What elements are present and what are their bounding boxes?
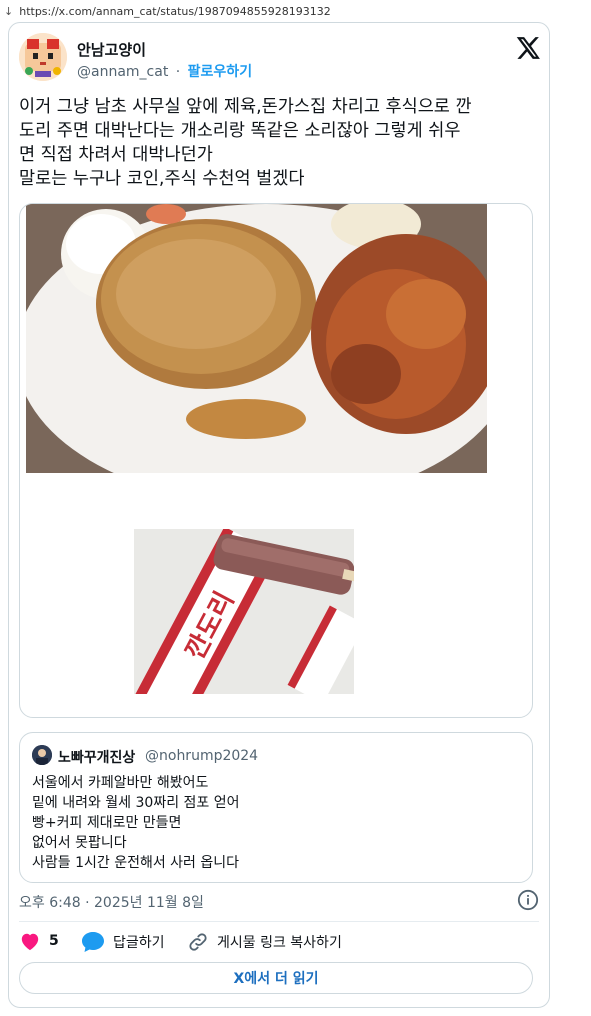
browser-url-bar[interactable]: ↓ https://x.com/annam_cat/status/1987094… [0, 0, 591, 22]
divider [19, 921, 539, 922]
follow-button[interactable]: 팔로우하기 [188, 64, 252, 80]
tweet-text: 이거 그냥 남초 사무실 앞에 제육,돈가스집 차리고 후식으로 깐 도리 주면… [19, 95, 539, 191]
quote-author-avatar[interactable] [32, 745, 52, 765]
author-name[interactable]: 안남고양이 [77, 39, 146, 60]
action-bar: 5 답글하기 게시물 링크 복사하기 [19, 929, 539, 957]
quote-author-handle[interactable]: @nohrump2024 [145, 748, 258, 764]
quote-line: 없어서 못팝니다 [32, 835, 127, 851]
reply-bubble-icon [82, 932, 104, 952]
copy-link-button[interactable]: 게시물 링크 복사하기 [187, 931, 342, 953]
quote-line: 밑에 내려와 월세 30짜리 점포 얻어 [32, 795, 240, 811]
read-more-on-x-button[interactable]: X에서 더 읽기 [19, 962, 533, 994]
quote-text: 서울에서 카페알바만 해봤어도 밑에 내려와 월세 30짜리 점포 얻어 빵+커… [32, 773, 240, 873]
media-container[interactable]: 깐도리 [19, 203, 533, 718]
quoted-tweet[interactable]: 노빠꾸개진상 @nohrump2024 서울에서 카페알바만 해봤어도 밑에 내… [19, 732, 533, 883]
quote-line: 서울에서 카페알바만 해봤어도 [32, 775, 209, 791]
x-logo-icon[interactable] [515, 35, 541, 61]
reply-button[interactable]: 답글하기 [81, 931, 165, 953]
tweet-line: 면 직접 차려서 대박나던가 [19, 145, 213, 165]
download-arrow-icon: ↓ [4, 4, 14, 18]
tweet-line: 도리 주면 대박난다는 개소리랑 똑같은 소리잖아 그렇게 쉬우 [19, 121, 461, 141]
author-handle[interactable]: @annam_cat [77, 64, 168, 80]
quote-line: 빵+커피 제대로만 만들면 [32, 815, 182, 831]
url-text[interactable]: https://x.com/annam_cat/status/198709485… [19, 5, 331, 18]
tweet-timestamp[interactable]: 오후 6:48 · 2025년 11월 8일 [19, 892, 204, 912]
tweet-card: 안남고양이 @annam_cat · 팔로우하기 이거 그냥 남초 사무실 앞에… [8, 22, 550, 1008]
author-avatar[interactable] [19, 33, 67, 81]
like-button[interactable]: 5 [19, 931, 59, 951]
link-icon [189, 933, 207, 951]
tweet-line: 말로는 누구나 코인,주식 수천억 벌겠다 [19, 169, 305, 189]
heart-icon [21, 933, 39, 951]
copy-link-label: 게시물 링크 복사하기 [217, 935, 342, 951]
like-count: 5 [49, 933, 59, 949]
separator-dot: · [175, 64, 181, 80]
tweet-line: 이거 그냥 남초 사무실 앞에 제육,돈가스집 차리고 후식으로 깐 [19, 97, 472, 117]
quote-line: 사람들 1시간 운전해서 사러 옵니다 [32, 855, 240, 871]
reply-label: 답글하기 [113, 935, 165, 951]
quote-author-name[interactable]: 노빠꾸개진상 [58, 747, 135, 767]
kkandori-icecream-photo[interactable]: 깐도리 [134, 529, 354, 694]
author-handle-row: @annam_cat · 팔로우하기 [77, 61, 252, 81]
info-icon[interactable] [517, 889, 539, 911]
food-plate-photo[interactable] [26, 204, 487, 473]
tweet-header: 안남고양이 @annam_cat · 팔로우하기 [19, 33, 541, 85]
